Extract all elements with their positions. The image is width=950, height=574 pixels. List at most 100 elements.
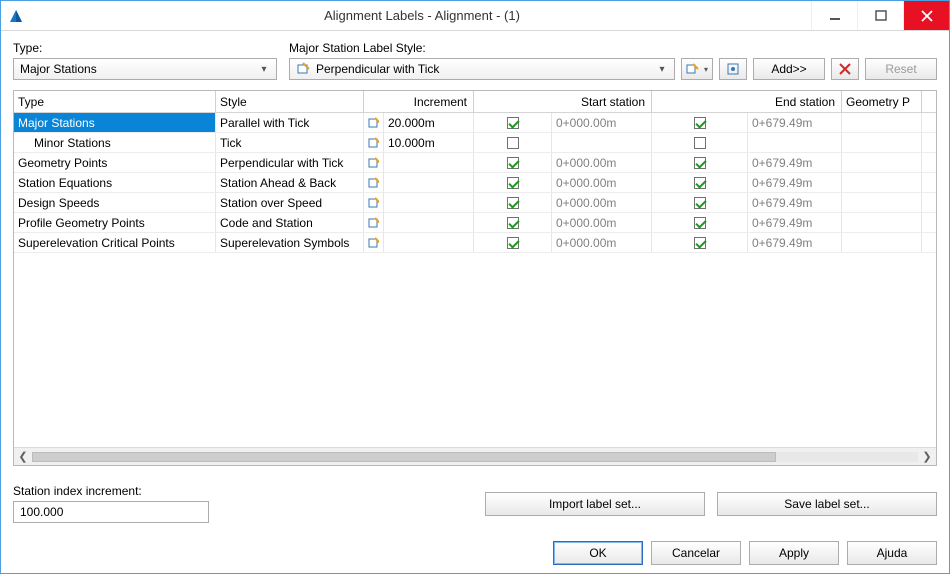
- table-row[interactable]: Geometry PointsPerpendicular with Tick 0+…: [14, 153, 936, 173]
- cell-end-station[interactable]: 0+679.49m: [748, 113, 842, 132]
- cell-style[interactable]: Tick: [216, 133, 364, 152]
- cell-type[interactable]: Station Equations: [14, 173, 216, 192]
- cell-increment[interactable]: [384, 213, 474, 232]
- cell-end-check[interactable]: [652, 193, 748, 212]
- import-label-set-button[interactable]: Import label set...: [485, 492, 705, 516]
- cell-increment[interactable]: 10.000m: [384, 133, 474, 152]
- cell-geometry[interactable]: [842, 173, 922, 192]
- cell-start-check[interactable]: [474, 193, 552, 212]
- apply-button[interactable]: Apply: [749, 541, 839, 565]
- checkbox-icon[interactable]: [507, 197, 519, 209]
- cell-style-icon[interactable]: [364, 133, 384, 152]
- cell-style-icon[interactable]: [364, 193, 384, 212]
- cell-style[interactable]: Superelevation Symbols: [216, 233, 364, 252]
- cell-start-station[interactable]: 0+000.00m: [552, 193, 652, 212]
- cell-end-check[interactable]: [652, 173, 748, 192]
- cell-increment[interactable]: 20.000m: [384, 113, 474, 132]
- ok-button[interactable]: OK: [553, 541, 643, 565]
- help-button[interactable]: Ajuda: [847, 541, 937, 565]
- cell-end-check[interactable]: [652, 133, 748, 152]
- cell-style-icon[interactable]: [364, 173, 384, 192]
- table-row[interactable]: Station EquationsStation Ahead & Back 0+0…: [14, 173, 936, 193]
- cell-type[interactable]: Superelevation Critical Points: [14, 233, 216, 252]
- checkbox-icon[interactable]: [507, 137, 519, 149]
- cell-end-station[interactable]: [748, 133, 842, 152]
- cell-start-check[interactable]: [474, 173, 552, 192]
- cell-style[interactable]: Station over Speed: [216, 193, 364, 212]
- cell-start-station[interactable]: 0+000.00m: [552, 213, 652, 232]
- style-dropdown[interactable]: Perpendicular with Tick ▾: [289, 58, 675, 80]
- table-row[interactable]: Superelevation Critical PointsSupereleva…: [14, 233, 936, 253]
- cell-start-check[interactable]: [474, 233, 552, 252]
- cell-type[interactable]: Profile Geometry Points: [14, 213, 216, 232]
- cell-end-check[interactable]: [652, 213, 748, 232]
- col-start-station[interactable]: Start station: [474, 91, 652, 112]
- reset-button[interactable]: Reset: [865, 58, 937, 80]
- table-row[interactable]: Profile Geometry PointsCode and Station 0…: [14, 213, 936, 233]
- scroll-left-icon[interactable]: ❮: [14, 450, 32, 463]
- table-row[interactable]: Minor StationsTick 10.000m: [14, 133, 936, 153]
- cell-increment[interactable]: [384, 173, 474, 192]
- cell-geometry[interactable]: [842, 133, 922, 152]
- cell-start-station[interactable]: 0+000.00m: [552, 153, 652, 172]
- checkbox-icon[interactable]: [694, 217, 706, 229]
- checkbox-icon[interactable]: [507, 177, 519, 189]
- maximize-button[interactable]: [857, 1, 903, 30]
- add-button[interactable]: Add>>: [753, 58, 825, 80]
- horizontal-scrollbar[interactable]: ❮ ❯: [14, 447, 936, 465]
- cell-end-check[interactable]: [652, 113, 748, 132]
- cell-style-icon[interactable]: [364, 113, 384, 132]
- scroll-right-icon[interactable]: ❯: [918, 450, 936, 463]
- cell-geometry[interactable]: [842, 113, 922, 132]
- delete-button[interactable]: [831, 58, 859, 80]
- cell-end-station[interactable]: 0+679.49m: [748, 173, 842, 192]
- cancel-button[interactable]: Cancelar: [651, 541, 741, 565]
- checkbox-icon[interactable]: [694, 197, 706, 209]
- cell-start-check[interactable]: [474, 113, 552, 132]
- cell-style[interactable]: Parallel with Tick: [216, 113, 364, 132]
- scroll-track[interactable]: [32, 452, 918, 462]
- checkbox-icon[interactable]: [507, 217, 519, 229]
- checkbox-icon[interactable]: [507, 237, 519, 249]
- pick-style-button[interactable]: [719, 58, 747, 80]
- type-dropdown[interactable]: Major Stations ▾: [13, 58, 277, 80]
- checkbox-icon[interactable]: [694, 237, 706, 249]
- cell-increment[interactable]: [384, 153, 474, 172]
- cell-start-check[interactable]: [474, 153, 552, 172]
- cell-end-station[interactable]: 0+679.49m: [748, 153, 842, 172]
- col-increment[interactable]: Increment: [364, 91, 474, 112]
- cell-style[interactable]: Perpendicular with Tick: [216, 153, 364, 172]
- cell-style-icon[interactable]: [364, 233, 384, 252]
- cell-end-station[interactable]: 0+679.49m: [748, 213, 842, 232]
- save-label-set-button[interactable]: Save label set...: [717, 492, 937, 516]
- col-geometry[interactable]: Geometry P: [842, 91, 922, 112]
- cell-style[interactable]: Code and Station: [216, 213, 364, 232]
- cell-style-icon[interactable]: [364, 213, 384, 232]
- cell-type[interactable]: Design Speeds: [14, 193, 216, 212]
- cell-start-station[interactable]: 0+000.00m: [552, 173, 652, 192]
- cell-increment[interactable]: [384, 193, 474, 212]
- cell-start-station[interactable]: [552, 133, 652, 152]
- edit-style-button[interactable]: ▾: [681, 58, 713, 80]
- cell-end-station[interactable]: 0+679.49m: [748, 193, 842, 212]
- checkbox-icon[interactable]: [694, 117, 706, 129]
- cell-start-check[interactable]: [474, 213, 552, 232]
- cell-start-station[interactable]: 0+000.00m: [552, 233, 652, 252]
- cell-geometry[interactable]: [842, 213, 922, 232]
- cell-end-station[interactable]: 0+679.49m: [748, 233, 842, 252]
- close-button[interactable]: [903, 1, 949, 30]
- col-end-station[interactable]: End station: [652, 91, 842, 112]
- cell-end-check[interactable]: [652, 233, 748, 252]
- cell-style[interactable]: Station Ahead & Back: [216, 173, 364, 192]
- col-style[interactable]: Style: [216, 91, 364, 112]
- checkbox-icon[interactable]: [694, 177, 706, 189]
- cell-increment[interactable]: [384, 233, 474, 252]
- scroll-thumb[interactable]: [32, 452, 776, 462]
- cell-type[interactable]: Geometry Points: [14, 153, 216, 172]
- cell-start-check[interactable]: [474, 133, 552, 152]
- checkbox-icon[interactable]: [507, 117, 519, 129]
- cell-type[interactable]: Major Stations: [14, 113, 216, 132]
- table-row[interactable]: Design SpeedsStation over Speed 0+000.00m…: [14, 193, 936, 213]
- cell-start-station[interactable]: 0+000.00m: [552, 113, 652, 132]
- cell-type[interactable]: Minor Stations: [14, 133, 216, 152]
